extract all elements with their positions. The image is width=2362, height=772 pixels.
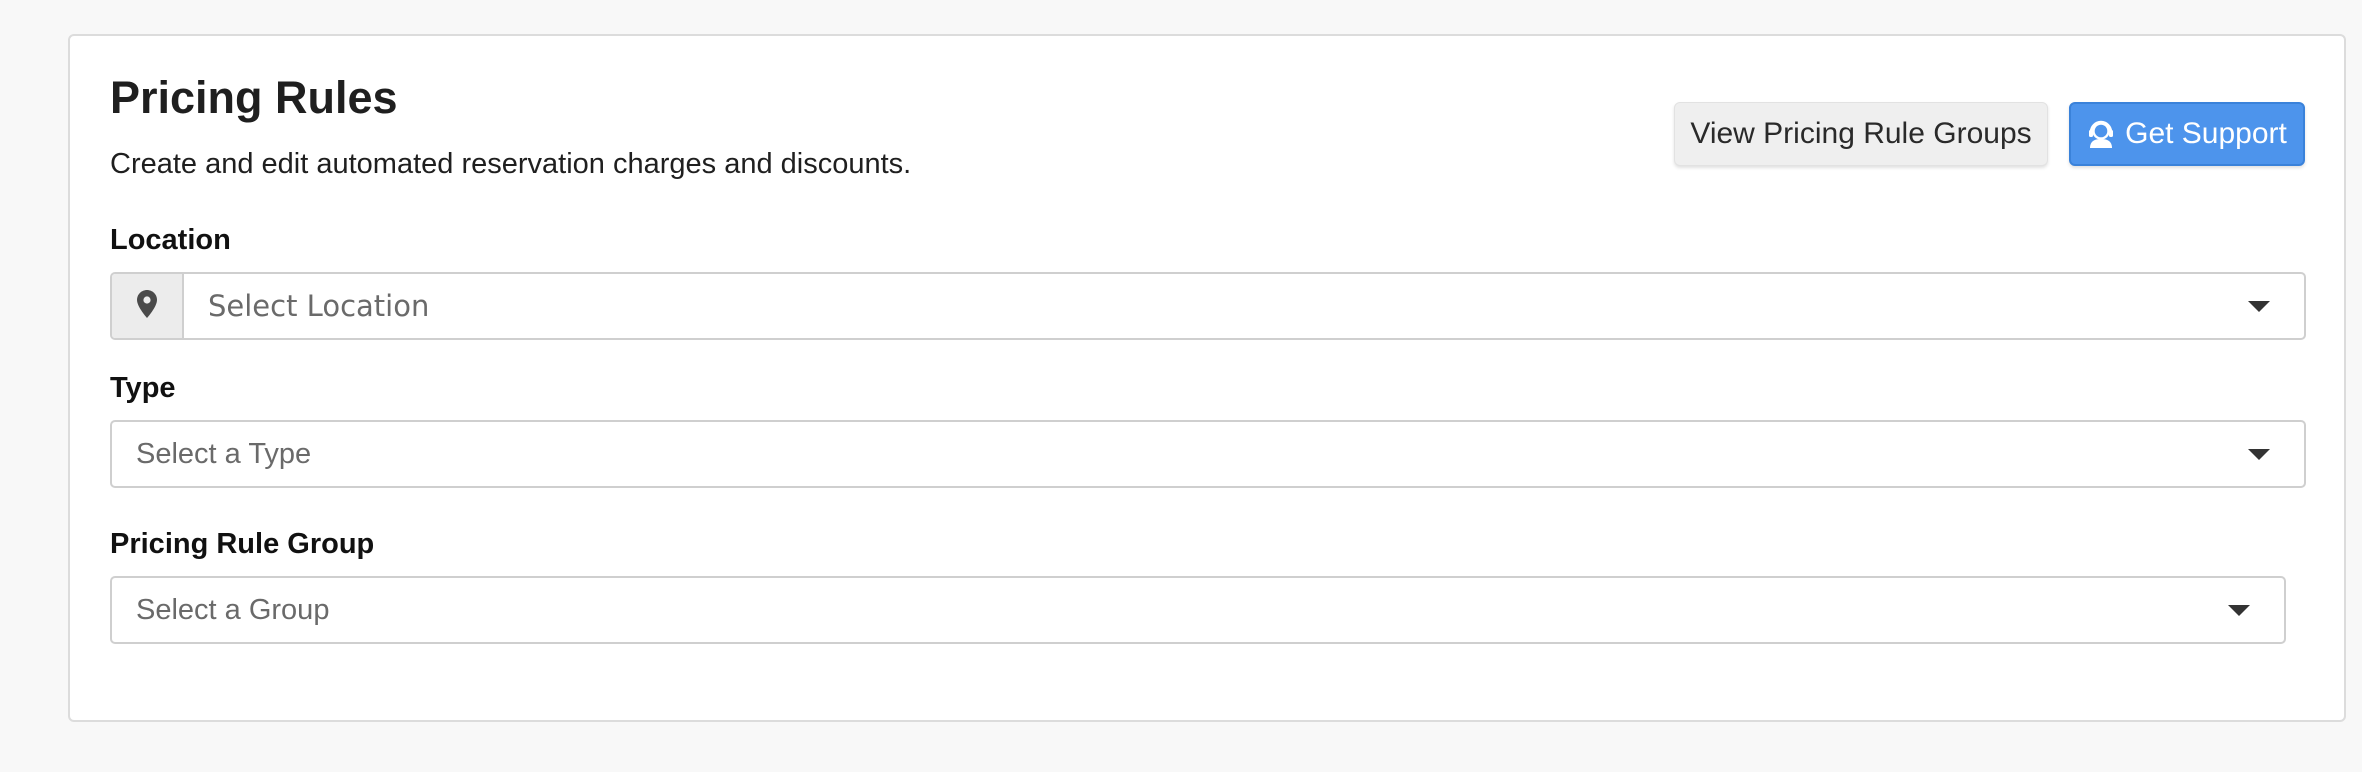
chevron-down-icon <box>2248 300 2270 312</box>
pricing-rule-group-label: Pricing Rule Group <box>110 528 375 560</box>
type-label: Type <box>110 372 176 404</box>
page-subtitle: Create and edit automated reservation ch… <box>110 148 912 180</box>
location-select[interactable]: Select Location <box>110 272 2306 340</box>
location-addon <box>112 274 184 338</box>
location-label: Location <box>110 224 231 256</box>
location-placeholder: Select Location <box>208 289 430 323</box>
chevron-down-icon <box>2228 604 2250 616</box>
pricing-rule-group-select[interactable]: Select a Group <box>110 576 2286 644</box>
map-pin-icon <box>137 289 157 323</box>
view-pricing-rule-groups-button[interactable]: View Pricing Rule Groups <box>1674 102 2048 166</box>
get-support-button[interactable]: Get Support <box>2069 102 2305 166</box>
view-pricing-rule-groups-label: View Pricing Rule Groups <box>1690 117 2032 150</box>
chevron-down-icon <box>2248 448 2270 460</box>
type-placeholder: Select a Type <box>136 437 312 470</box>
pricing-rules-card: Pricing Rules Create and edit automated … <box>68 34 2346 722</box>
support-agent-icon <box>2087 119 2115 149</box>
group-placeholder: Select a Group <box>136 593 330 626</box>
page-title: Pricing Rules <box>110 72 398 123</box>
get-support-label: Get Support <box>2125 117 2287 150</box>
type-select[interactable]: Select a Type <box>110 420 2306 488</box>
